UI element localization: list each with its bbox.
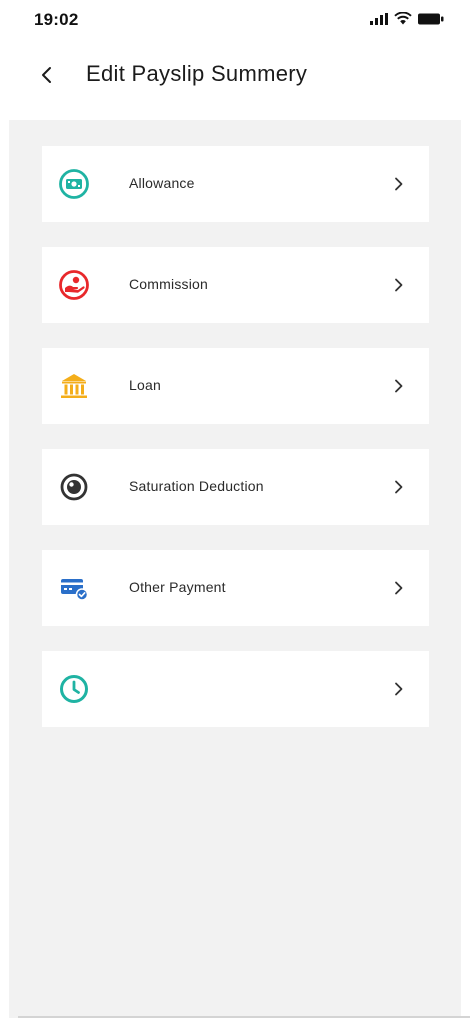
allowance-item[interactable]: Allowance (42, 146, 429, 222)
page-title: Edit Payslip Summery (86, 61, 308, 86)
card-payment-icon (54, 568, 94, 608)
chevron-right-icon (389, 174, 409, 194)
battery-icon (418, 12, 444, 30)
card-label: Commission (129, 276, 209, 292)
card-label: Loan (129, 377, 161, 393)
back-button[interactable] (30, 60, 64, 94)
clock-icon (54, 669, 94, 709)
deduction-icon (54, 467, 94, 507)
content-area: Allowance Commission Loan Saturation Ded… (9, 120, 470, 1018)
card-label: Saturation Deduction (129, 478, 264, 494)
commission-item[interactable]: Commission (42, 247, 429, 323)
card-label: Other Payment (129, 579, 226, 595)
saturation-deduction-item[interactable]: Saturation Deduction (42, 449, 429, 525)
signal-icon (370, 12, 388, 30)
chevron-right-icon (389, 477, 409, 497)
card-label: Allowance (129, 175, 195, 191)
loan-item[interactable]: Loan (42, 348, 429, 424)
header: Edit Payslip Summery (0, 52, 470, 102)
chevron-right-icon (389, 578, 409, 598)
bank-icon (54, 366, 94, 406)
status-bar: 19:02 (0, 0, 470, 44)
commission-hand-icon (54, 265, 94, 305)
clock-item[interactable] (42, 651, 429, 727)
other-payment-item[interactable]: Other Payment (42, 550, 429, 626)
status-icons (370, 11, 444, 30)
status-time: 19:02 (34, 10, 79, 29)
chevron-left-icon (40, 66, 54, 89)
menu-list: Allowance Commission Loan Saturation Ded… (42, 146, 429, 752)
chevron-right-icon (389, 275, 409, 295)
chevron-right-icon (389, 679, 409, 699)
chevron-right-icon (389, 376, 409, 396)
wifi-icon (394, 11, 412, 30)
money-icon (54, 164, 94, 204)
